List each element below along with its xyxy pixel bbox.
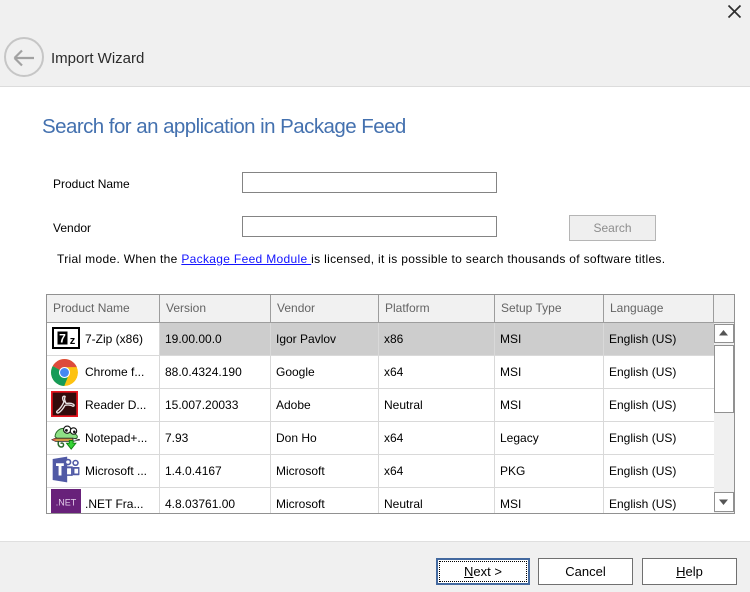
svg-text:7: 7 [59,332,66,346]
svg-text:z: z [70,335,76,347]
svg-text:.NET: .NET [56,498,77,508]
